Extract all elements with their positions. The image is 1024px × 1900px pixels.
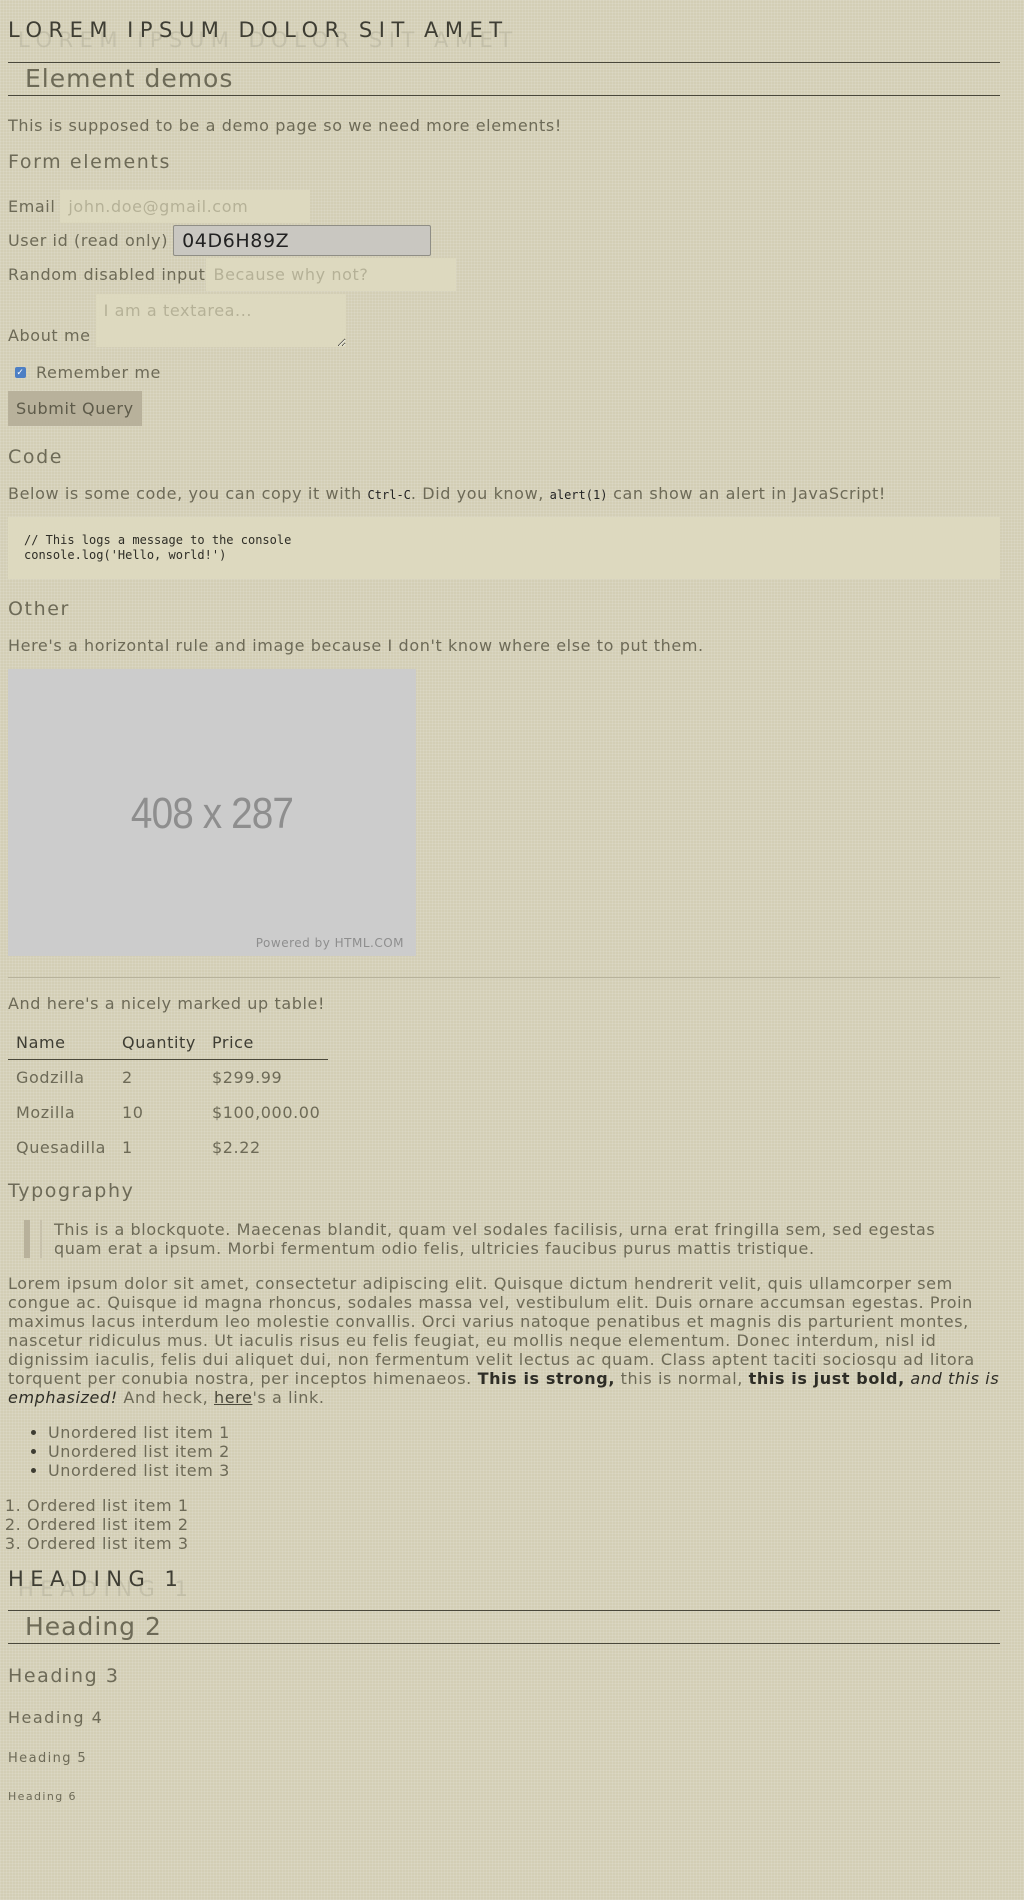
- email-field[interactable]: [60, 190, 311, 223]
- site-title-text: Lorem ipsum dolor sit amet: [8, 18, 509, 42]
- heading-2: Heading 2: [8, 1610, 1000, 1644]
- code-text-before: Below is some code, you can copy it with: [8, 484, 368, 503]
- table-row: Godzilla 2 $299.99: [8, 1060, 328, 1096]
- code-description: Below is some code, you can copy it with…: [8, 484, 1000, 503]
- blockquote-text: This is a blockquote. Maecenas blandit, …: [40, 1220, 1000, 1258]
- list-item: Unordered list item 3: [48, 1461, 1000, 1480]
- cell-quantity: 10: [122, 1103, 144, 1122]
- code-line-1: // This logs a message to the console: [24, 533, 292, 547]
- disabled-row: Random disabled input: [8, 258, 1000, 291]
- typography-heading: Typography: [8, 1180, 135, 1202]
- other-heading: Other: [8, 598, 70, 620]
- about-textarea[interactable]: [95, 294, 346, 347]
- placeholder-image: 408 x 287 Powered by HTML.COM: [8, 669, 416, 956]
- heading-3: Heading 3: [8, 1665, 120, 1687]
- remember-row: ✓ Remember me: [8, 363, 1000, 382]
- cell-name: Quesadilla: [16, 1138, 107, 1157]
- code-text-middle: . Did you know,: [410, 484, 550, 503]
- heck-text: And heck,: [117, 1388, 214, 1407]
- header-name: Name: [8, 1025, 115, 1060]
- submit-button[interactable]: Submit Query: [8, 391, 142, 426]
- userid-row: User id (read only): [8, 225, 1000, 256]
- image-credit: Powered by HTML.COM: [255, 936, 404, 950]
- blockquote: This is a blockquote. Maecenas blandit, …: [24, 1220, 1000, 1258]
- disabled-label: Random disabled input: [8, 265, 206, 284]
- userid-label: User id (read only): [8, 231, 169, 250]
- page: Lorem ipsum dolor sit amet Lorem ipsum d…: [0, 0, 1008, 1803]
- header-price: Price: [203, 1025, 329, 1060]
- ordered-list: Ordered list item 1 Ordered list item 2 …: [8, 1496, 1000, 1553]
- here-link[interactable]: here: [214, 1388, 252, 1407]
- items-table: Name Quantity Price Godzilla 2 $299.99 M…: [8, 1025, 329, 1165]
- intro-text: This is supposed to be a demo page so we…: [8, 116, 562, 135]
- form-heading: Form elements: [8, 151, 171, 173]
- email-row: Email: [8, 190, 1000, 223]
- body-paragraph: Lorem ipsum dolor sit amet, consectetur …: [8, 1274, 1000, 1407]
- table-intro: And here's a nicely marked up table!: [8, 994, 325, 1013]
- table-header-row: Name Quantity Price: [8, 1025, 329, 1060]
- email-label: Email: [8, 197, 56, 216]
- link-after-text: 's a link.: [252, 1388, 325, 1407]
- shortcut-code: Ctrl-C: [367, 488, 411, 502]
- code-line-2: console.log('Hello, world!'): [24, 548, 227, 562]
- table-row: Mozilla 10 $100,000.00: [8, 1095, 328, 1130]
- cell-price: $299.99: [211, 1068, 283, 1087]
- remember-label: Remember me: [36, 363, 161, 382]
- heading-5: Heading 5: [8, 1751, 88, 1766]
- about-label: About me: [8, 326, 91, 345]
- horizontal-rule: [8, 977, 1000, 978]
- code-text-after: can show an alert in JavaScript!: [607, 484, 886, 503]
- heading-6: Heading 6: [8, 1790, 77, 1803]
- header-quantity: Quantity: [114, 1025, 204, 1060]
- cell-quantity: 2: [122, 1068, 133, 1087]
- bold-text: this is just bold,: [748, 1369, 905, 1388]
- cell-price: $100,000.00: [211, 1103, 321, 1122]
- section-title: Element demos: [8, 62, 1000, 96]
- remember-checkbox[interactable]: ✓: [15, 367, 26, 378]
- list-item: Ordered list item 1: [27, 1496, 1000, 1515]
- heading-1: Heading 1 Heading 1: [8, 1553, 1000, 1611]
- table-row: Quesadilla 1 $2.22: [8, 1130, 328, 1165]
- code-heading: Code: [8, 446, 64, 468]
- image-dimensions: 408 x 287: [130, 789, 294, 838]
- list-item: Unordered list item 1: [48, 1423, 1000, 1442]
- normal-text: this is normal,: [615, 1369, 749, 1388]
- cell-name: Godzilla: [16, 1068, 85, 1087]
- other-text: Here's a horizontal rule and image becau…: [8, 636, 704, 655]
- cell-quantity: 1: [122, 1138, 133, 1157]
- list-item: Ordered list item 3: [27, 1534, 1000, 1553]
- strong-text: This is strong,: [477, 1369, 615, 1388]
- list-item: Ordered list item 2: [27, 1515, 1000, 1534]
- userid-field[interactable]: [173, 225, 432, 256]
- submit-row: Submit Query: [8, 391, 1000, 426]
- site-title: Lorem ipsum dolor sit amet Lorem ipsum d…: [8, 0, 1000, 62]
- about-row: About me: [8, 294, 1000, 347]
- code-block: // This logs a message to the console con…: [8, 517, 1000, 579]
- heading-1-text: Heading 1: [8, 1567, 185, 1591]
- cell-name: Mozilla: [16, 1103, 76, 1122]
- cell-price: $2.22: [211, 1138, 261, 1157]
- disabled-field: [205, 258, 456, 291]
- inline-code: alert(1): [549, 488, 608, 502]
- unordered-list: Unordered list item 1 Unordered list ite…: [8, 1423, 1000, 1480]
- heading-4: Heading 4: [8, 1708, 104, 1727]
- list-item: Unordered list item 2: [48, 1442, 1000, 1461]
